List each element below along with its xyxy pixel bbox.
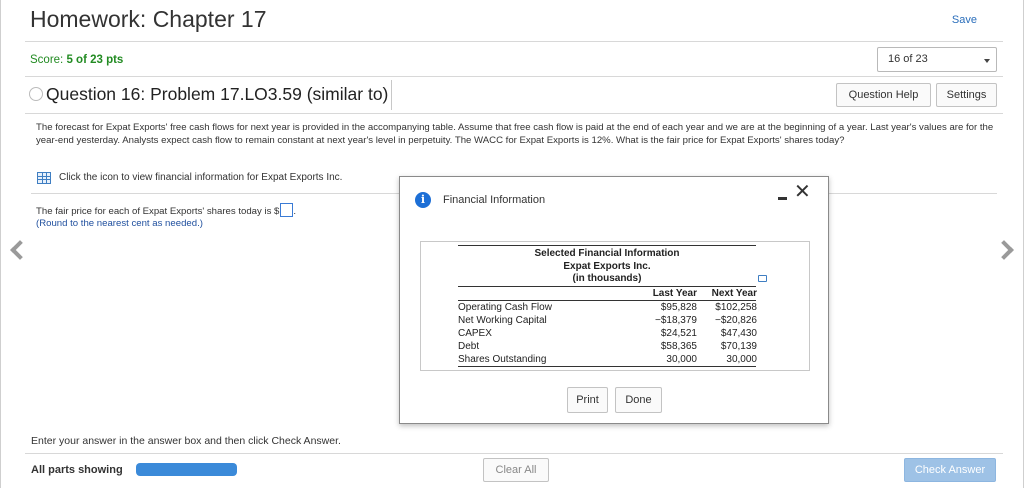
cell-last-year: $95,828 bbox=[660, 302, 697, 313]
answer-line: The fair price for each of Expat Exports… bbox=[36, 203, 296, 217]
cell-next-year: $47,430 bbox=[720, 328, 757, 339]
parts-progress-bar bbox=[136, 463, 237, 476]
cell-last-year: $58,365 bbox=[660, 341, 697, 352]
minimize-icon[interactable] bbox=[777, 191, 789, 203]
view-financial-info-link[interactable]: Click the icon to view financial informa… bbox=[59, 172, 342, 183]
clear-all-button[interactable]: Clear All bbox=[483, 458, 549, 482]
question-status-radio bbox=[29, 87, 43, 101]
score-value: 5 of 23 pts bbox=[66, 54, 124, 66]
cell-last-year: $24,521 bbox=[660, 328, 697, 339]
cell-next-year: $70,139 bbox=[720, 341, 757, 352]
column-header-last-year: Last Year bbox=[652, 288, 697, 299]
table-title: Selected Financial Information bbox=[534, 248, 680, 259]
row-label: Operating Cash Flow bbox=[458, 302, 552, 313]
chevron-down-icon bbox=[984, 59, 990, 63]
cell-next-year: $102,258 bbox=[715, 302, 757, 313]
score: Score: 5 of 23 pts bbox=[30, 54, 123, 66]
cell-next-year: −$20,826 bbox=[715, 315, 757, 326]
footer-divider bbox=[25, 453, 1003, 454]
save-link[interactable]: Save bbox=[952, 14, 977, 26]
answer-prefix: The fair price for each of Expat Exports… bbox=[36, 206, 280, 217]
score-divider bbox=[25, 76, 1003, 77]
question-divider bbox=[25, 113, 1003, 114]
check-answer-button[interactable]: Check Answer bbox=[904, 458, 996, 482]
dialog-title: Financial Information bbox=[443, 194, 546, 206]
question-prompt: The forecast for Expat Exports' free cas… bbox=[36, 122, 994, 146]
page-title: Homework: Chapter 17 bbox=[30, 6, 267, 32]
answer-instruction: Enter your answer in the answer box and … bbox=[31, 435, 341, 447]
financial-table-panel: Selected Financial Information Expat Exp… bbox=[420, 241, 810, 371]
row-label: Debt bbox=[458, 341, 480, 352]
cell-next-year: 30,000 bbox=[726, 354, 757, 365]
column-header-rule bbox=[458, 300, 756, 301]
question-title: Question 16: Problem 17.LO3.59 (similar … bbox=[46, 80, 393, 110]
table-top-rule bbox=[458, 245, 756, 246]
header-divider bbox=[25, 41, 1003, 42]
question-select[interactable]: 16 of 23 bbox=[877, 47, 997, 72]
answer-suffix: . bbox=[293, 206, 297, 217]
row-label: CAPEX bbox=[458, 328, 492, 339]
done-button[interactable]: Done bbox=[615, 387, 662, 413]
column-header-next-year: Next Year bbox=[711, 288, 757, 299]
close-icon[interactable]: ✕ bbox=[794, 182, 811, 202]
table-header-rule bbox=[458, 286, 756, 287]
table-bottom-rule bbox=[458, 366, 756, 367]
row-label: Net Working Capital bbox=[458, 315, 547, 326]
table-units: (in thousands) bbox=[572, 273, 642, 284]
chevron-right-icon[interactable] bbox=[994, 240, 1014, 260]
row-label: Shares Outstanding bbox=[458, 354, 547, 365]
table-icon[interactable] bbox=[37, 172, 51, 184]
rounding-note: (Round to the nearest cent as needed.) bbox=[36, 218, 203, 229]
answer-input[interactable] bbox=[280, 203, 294, 217]
info-icon: i bbox=[415, 192, 431, 208]
table-company: Expat Exports Inc. bbox=[563, 261, 651, 272]
score-label: Score: bbox=[30, 54, 64, 66]
all-parts-label: All parts showing bbox=[31, 464, 123, 476]
print-button[interactable]: Print bbox=[567, 387, 608, 413]
settings-button[interactable]: Settings bbox=[936, 83, 997, 107]
financial-info-dialog: i Financial Information ✕ Selected Finan… bbox=[399, 176, 829, 424]
question-select-value: 16 of 23 bbox=[888, 53, 928, 65]
homework-window: Homework: Chapter 17 Save Score: 5 of 23… bbox=[0, 0, 1024, 488]
cell-last-year: 30,000 bbox=[666, 354, 697, 365]
question-help-button[interactable]: Question Help bbox=[836, 83, 931, 107]
chevron-left-icon[interactable] bbox=[10, 240, 30, 260]
cell-last-year: −$18,379 bbox=[655, 315, 697, 326]
copy-icon[interactable] bbox=[758, 275, 767, 282]
